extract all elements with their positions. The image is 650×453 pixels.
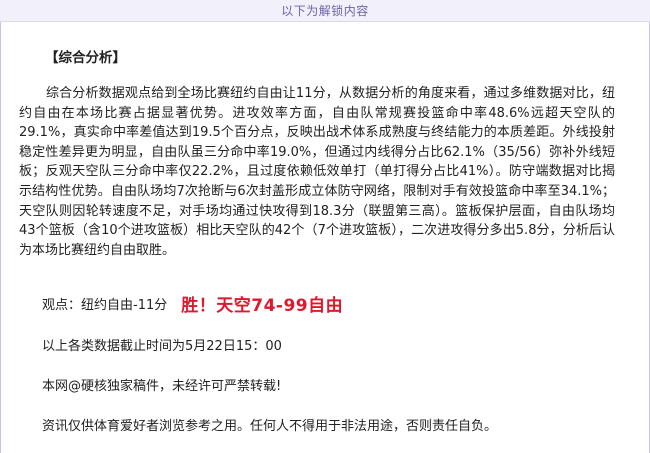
match-result: 胜！天空74-99自由: [181, 295, 344, 316]
section-title: 【综合分析】: [45, 50, 126, 66]
viewpoint-text: 观点：纽约自由-11分: [42, 297, 168, 313]
viewpoint-row: 观点：纽约自由-11分 胜！天空74-99自由: [42, 290, 343, 316]
article-page: 以下为解锁内容 【综合分析】 综合分析数据观点给到全场比赛纽约自由让11分，从数…: [0, 0, 650, 453]
analysis-paragraph: 综合分析数据观点给到全场比赛纽约自由让11分，从数据分析的角度来看，通过多维数据…: [19, 86, 615, 258]
unlock-banner-text: 以下为解锁内容: [281, 4, 369, 18]
article-content: 【综合分析】 综合分析数据观点给到全场比赛纽约自由让11分，从数据分析的角度来看…: [0, 22, 650, 453]
copyright-notice: 本网@硬核独家稿件，未经许可严禁转载!: [42, 379, 282, 394]
data-deadline-note: 以上各类数据截止时间为5月22日15：00: [42, 339, 282, 354]
disclaimer-notice: 资讯仅供体育爱好者浏览参考之用。任何人不得用于非法用途，否则责任自负。: [42, 419, 498, 434]
unlock-content-banner: 以下为解锁内容: [0, 0, 650, 22]
